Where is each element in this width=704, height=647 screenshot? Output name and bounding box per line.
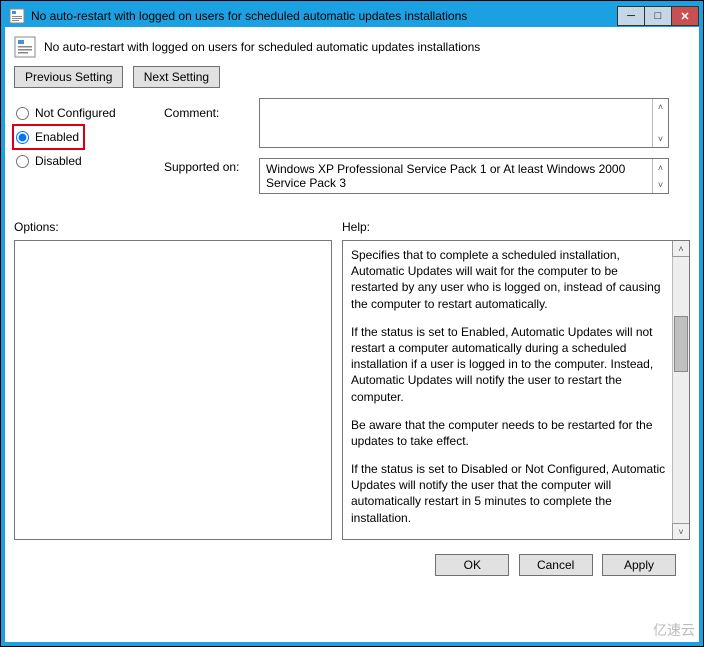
window-controls: ─ □ ✕	[618, 6, 699, 26]
radio-input[interactable]	[16, 155, 29, 168]
scroll-down-icon[interactable]: ˅	[653, 176, 668, 193]
comment-textarea[interactable]: ˄ ˅	[259, 98, 669, 148]
scroll-up-icon[interactable]: ˄	[653, 99, 668, 115]
scrollbar[interactable]: ˄ ˅	[652, 159, 668, 193]
radio-enabled[interactable]: Enabled	[14, 128, 79, 146]
options-label: Options:	[14, 220, 332, 234]
help-paragraph: Be aware that the computer needs to be r…	[351, 417, 667, 449]
scrollbar[interactable]: ˄ ˅	[672, 241, 689, 539]
radio-label: Enabled	[35, 130, 79, 144]
minimize-button[interactable]: ─	[617, 6, 645, 26]
policy-title: No auto-restart with logged on users for…	[44, 40, 480, 54]
window-title: No auto-restart with logged on users for…	[31, 9, 618, 23]
button-bar: OK Cancel Apply	[6, 544, 698, 586]
nav-row: Previous Setting Next Setting	[6, 62, 698, 98]
policy-icon	[14, 36, 36, 58]
radio-disabled[interactable]: Disabled	[14, 150, 164, 172]
supported-on-text: Windows XP Professional Service Pack 1 o…	[266, 162, 625, 190]
radio-input[interactable]	[16, 107, 29, 120]
field-labels: Comment: Supported on:	[164, 98, 259, 194]
help-pane[interactable]: Specifies that to complete a scheduled i…	[342, 240, 690, 540]
titlebar[interactable]: No auto-restart with logged on users for…	[5, 5, 699, 27]
options-pane[interactable]	[14, 240, 332, 540]
watermark: 亿速云	[653, 620, 695, 640]
next-setting-button[interactable]: Next Setting	[133, 66, 220, 88]
help-paragraph: If the status is set to Enabled, Automat…	[351, 324, 667, 405]
scroll-down-icon[interactable]: ˅	[653, 131, 668, 147]
policy-icon	[9, 8, 25, 24]
radio-input[interactable]	[16, 131, 29, 144]
comment-label: Comment:	[164, 102, 259, 144]
scroll-thumb[interactable]	[674, 316, 688, 372]
help-label: Help:	[342, 220, 690, 234]
policy-header: No auto-restart with logged on users for…	[6, 28, 698, 62]
radio-label: Disabled	[35, 154, 82, 168]
help-paragraph: If the status is set to Disabled or Not …	[351, 461, 667, 526]
state-radiogroup: Not Configured Enabled Disabled	[14, 98, 164, 194]
previous-setting-button[interactable]: Previous Setting	[14, 66, 123, 88]
cancel-button[interactable]: Cancel	[519, 554, 593, 576]
help-paragraph: Specifies that to complete a scheduled i…	[351, 247, 667, 312]
close-button[interactable]: ✕	[671, 6, 699, 26]
scrollbar[interactable]: ˄ ˅	[652, 99, 668, 147]
radio-label: Not Configured	[35, 106, 116, 120]
scroll-up-icon[interactable]: ˄	[672, 240, 690, 257]
radio-not-configured[interactable]: Not Configured	[14, 102, 164, 124]
help-paragraph: Note: This policy applies only when Auto…	[351, 538, 667, 540]
scroll-down-icon[interactable]: ˅	[672, 523, 690, 540]
maximize-button[interactable]: □	[644, 6, 672, 26]
supported-on-box: Windows XP Professional Service Pack 1 o…	[259, 158, 669, 194]
scroll-up-icon[interactable]: ˄	[653, 159, 668, 176]
supported-label: Supported on:	[164, 156, 259, 174]
scroll-track[interactable]	[673, 256, 689, 524]
highlighted-selection: Enabled	[12, 124, 85, 150]
ok-button[interactable]: OK	[435, 554, 509, 576]
apply-button[interactable]: Apply	[602, 554, 676, 576]
